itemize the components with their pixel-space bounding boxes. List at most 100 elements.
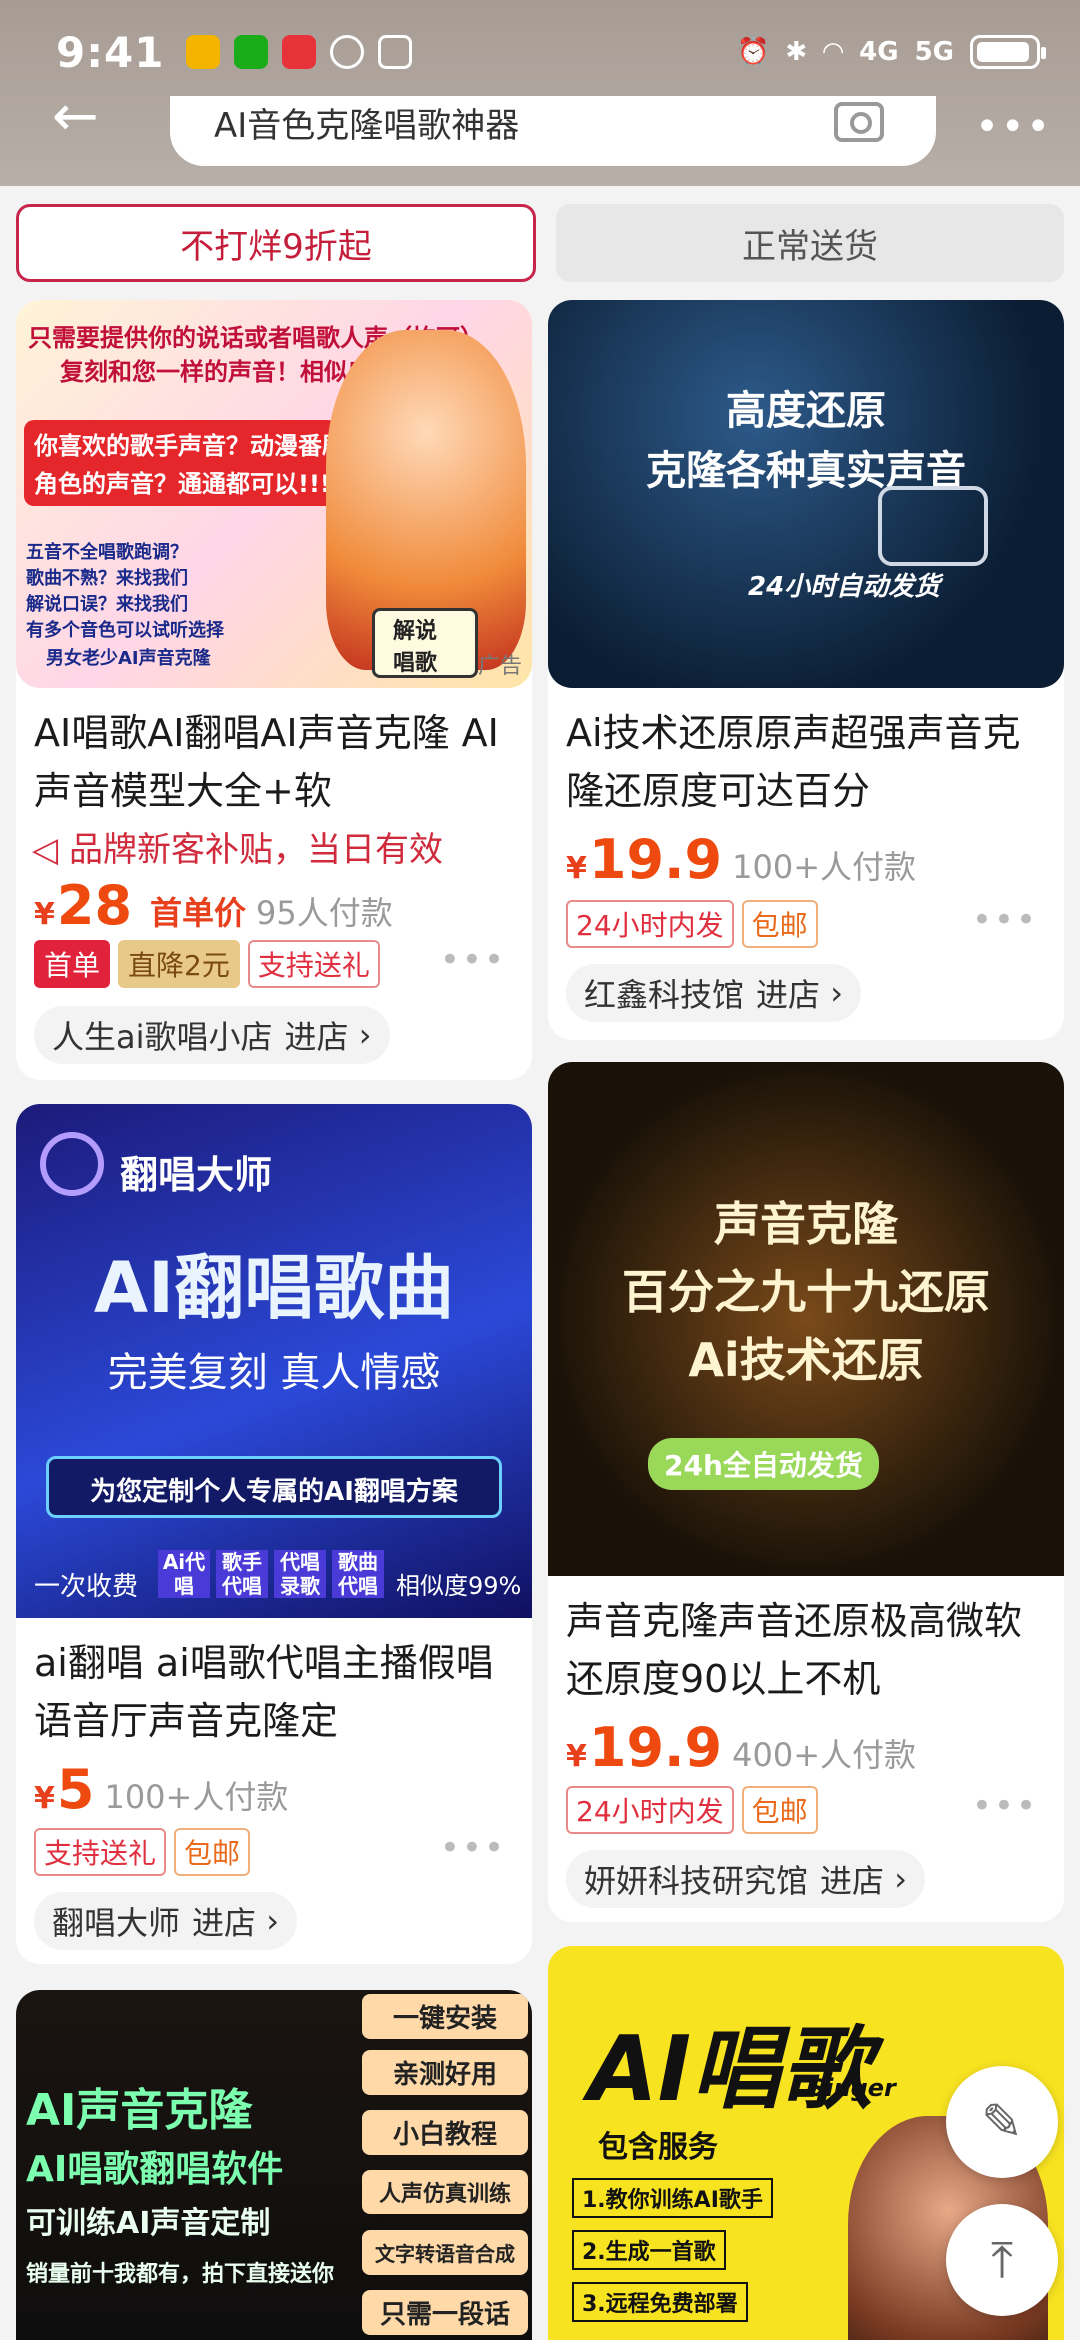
img-text: 男女老少AI声音克隆 bbox=[46, 648, 211, 669]
img-text: 有多个音色可以试听选择 bbox=[26, 620, 224, 641]
img-text: 翻唱大师 bbox=[120, 1153, 273, 1197]
shop-link[interactable]: 翻唱大师 进店 › bbox=[34, 1892, 297, 1950]
img-text: 歌手代唱 bbox=[216, 1550, 268, 1598]
more-button[interactable]: ••• bbox=[975, 104, 1052, 150]
robot-illustration bbox=[878, 486, 988, 566]
camera-icon[interactable] bbox=[834, 102, 884, 142]
filter-chip-normal-delivery[interactable]: 正常送货 bbox=[556, 204, 1064, 282]
signal-5g: 5G bbox=[914, 37, 954, 67]
img-badge: 解说 唱歌 bbox=[372, 608, 478, 678]
tag-ship-24h: 24小时内发 bbox=[566, 1786, 734, 1834]
tag-row: 支持送礼 包邮 bbox=[34, 1828, 251, 1876]
img-text: 歌曲代唱 bbox=[332, 1550, 384, 1598]
product-title: ai翻唱 ai唱歌代唱主播假唱语音厅声音克隆定 bbox=[34, 1641, 494, 1743]
img-text: 亲测好用 bbox=[362, 2050, 528, 2095]
product-card[interactable]: AI声音克隆 AI唱歌翻唱软件 可训练AI声音定制 销量前十我都有，拍下直接送你… bbox=[16, 1990, 532, 2340]
product-image[interactable]: 只需要提供你的说话或者唱歌人声（均可） 复刻和您一样的声音！相似度98%以上！ … bbox=[16, 300, 532, 688]
product-card[interactable]: 声音克隆 百分之九十九还原 Ai技术还原 24h全自动发货 声音克隆声音还原极高… bbox=[548, 1062, 1064, 1922]
img-text: Singer bbox=[808, 2074, 896, 2102]
img-text: 五音不全唱歌跑调？ bbox=[26, 542, 188, 563]
product-image[interactable]: AI声音克隆 AI唱歌翻唱软件 可训练AI声音定制 销量前十我都有，拍下直接送你… bbox=[16, 1990, 532, 2340]
img-text: 包含服务 bbox=[598, 2130, 718, 2165]
alarm-icon: ⏰ bbox=[736, 37, 770, 67]
promo-text: ◁ 品牌新客补贴，当日有效 bbox=[32, 830, 443, 870]
back-to-top-icon[interactable]: ⤒ bbox=[946, 2204, 1058, 2316]
img-text: 解说口误？来找我们 bbox=[26, 594, 188, 615]
currency-symbol: ¥ bbox=[566, 851, 587, 886]
shop-name: 翻唱大师 bbox=[52, 1904, 181, 1942]
product-title: 声音克隆声音还原极高微软还原度90以上不机 bbox=[566, 1599, 1023, 1701]
search-input[interactable]: AI音色克隆唱歌神器 bbox=[170, 96, 936, 166]
status-time: 9:41 bbox=[56, 27, 165, 77]
back-button[interactable]: ← bbox=[52, 89, 112, 148]
top-bar: 9:41 ⏰ ✱ ◠ 4G 5G ← AI音色克隆唱歌神器 ••• bbox=[0, 0, 1080, 186]
nfc-icon bbox=[378, 35, 413, 69]
tag-free-shipping: 包邮 bbox=[741, 1786, 818, 1834]
product-card[interactable]: 只需要提供你的说话或者唱歌人声（均可） 复刻和您一样的声音！相似度98%以上！ … bbox=[16, 300, 532, 1080]
img-text: 一键安装 bbox=[362, 1994, 528, 2039]
shop-link[interactable]: 妍妍科技研究馆 进店 › bbox=[566, 1850, 925, 1908]
shop-enter: 进店 bbox=[284, 1018, 349, 1056]
product-card[interactable]: 高度还原 克隆各种真实声音 24小时自动发货 Ai技术还原原声超强声音克隆还原度… bbox=[548, 300, 1064, 1040]
img-text: 声音克隆 bbox=[714, 1197, 898, 1251]
tag-free-shipping: 包邮 bbox=[174, 1828, 251, 1876]
img-text: 克隆各种真实声音 bbox=[646, 448, 966, 494]
chevron-right-icon: › bbox=[884, 1860, 907, 1898]
search-query: AI音色克隆唱歌神器 bbox=[214, 106, 520, 146]
img-text: 一次收费 bbox=[34, 1572, 139, 1602]
wifi-icon: ◠ bbox=[823, 37, 844, 67]
img-banner: 为您定制个人专属的AI翻唱方案 bbox=[46, 1456, 502, 1518]
img-text: 24h全自动发货 bbox=[648, 1438, 879, 1490]
filter-chip-discount[interactable]: 不打烊9折起 bbox=[16, 204, 536, 282]
tag-first-order: 首单 bbox=[34, 940, 111, 988]
wechat-icon bbox=[234, 35, 269, 69]
img-text: AI翻唱歌曲 bbox=[93, 1247, 455, 1329]
currency-symbol: ¥ bbox=[34, 1781, 55, 1816]
product-image[interactable]: 高度还原 克隆各种真实声音 24小时自动发货 bbox=[548, 300, 1064, 688]
img-text: 2.生成一首歌 bbox=[572, 2230, 726, 2270]
product-title: Ai技术还原原声超强声音克隆还原度可达百分 bbox=[566, 711, 1021, 813]
tag-ship-24h: 24小时内发 bbox=[566, 900, 734, 948]
tag-row: 24小时内发 包邮 bbox=[566, 900, 818, 948]
product-image[interactable]: 声音克隆 百分之九十九还原 Ai技术还原 24h全自动发货 bbox=[548, 1062, 1064, 1576]
product-card[interactable]: 翻唱大师 AI翻唱歌曲 完美复刻 真人情感 为您定制个人专属的AI翻唱方案 一次… bbox=[16, 1104, 532, 1964]
battery-icon bbox=[970, 35, 1046, 69]
product-image[interactable]: 翻唱大师 AI翻唱歌曲 完美复刻 真人情感 为您定制个人专属的AI翻唱方案 一次… bbox=[16, 1104, 532, 1618]
shop-link[interactable]: 红鑫科技馆 进店 › bbox=[566, 964, 861, 1022]
product-title: AI唱歌AI翻唱AI声音克隆 AI声音模型大全+软 bbox=[34, 711, 499, 813]
img-text: 高度还原 bbox=[726, 388, 886, 434]
chevron-right-icon: › bbox=[820, 974, 843, 1012]
shop-link[interactable]: 人生ai歌唱小店 进店 › bbox=[34, 1006, 390, 1064]
img-text: Ai技术还原 bbox=[688, 1333, 924, 1387]
tag-gift: 支持送礼 bbox=[34, 1828, 167, 1876]
status-right: ⏰ ✱ ◠ 4G 5G bbox=[736, 35, 1046, 69]
price-row: ¥ 28 首单价 95人付款 bbox=[34, 874, 393, 937]
more-options-icon[interactable]: ••• bbox=[972, 900, 1038, 940]
img-text: 人声仿真训练 bbox=[362, 2170, 528, 2214]
shop-enter: 进店 bbox=[192, 1904, 257, 1942]
img-text: 你喜欢的歌手声音？动漫番剧 bbox=[34, 432, 346, 460]
ad-label: 广告 bbox=[477, 654, 522, 679]
sold-count: 400+人付款 bbox=[732, 1736, 917, 1774]
img-banner: 你喜欢的歌手声音？动漫番剧 角色的声音？通通都可以!!! bbox=[24, 420, 346, 506]
img-text: 相似度99% bbox=[396, 1572, 522, 1600]
img-text: AI唱歌翻唱软件 bbox=[26, 2149, 284, 2190]
tag-gift: 支持送礼 bbox=[247, 940, 380, 988]
img-text: 角色的声音？通通都可以!!! bbox=[34, 470, 331, 498]
app-icon bbox=[330, 35, 365, 69]
edit-icon[interactable]: ✎ bbox=[946, 2066, 1058, 2178]
tag-row: 24小时内发 包邮 bbox=[566, 1786, 818, 1834]
price: 5 bbox=[56, 1758, 95, 1821]
more-options-icon[interactable]: ••• bbox=[440, 1828, 506, 1868]
img-text: 只需一段话 bbox=[362, 2290, 528, 2335]
first-order-label: 首单价 bbox=[150, 894, 247, 932]
img-text: 小白教程 bbox=[362, 2110, 528, 2155]
more-options-icon[interactable]: ••• bbox=[972, 1786, 1038, 1826]
sold-count: 95人付款 bbox=[256, 894, 393, 932]
currency-symbol: ¥ bbox=[566, 1739, 587, 1774]
signal-4g: 4G bbox=[859, 37, 899, 67]
price: 28 bbox=[56, 874, 133, 937]
price: 19.9 bbox=[588, 828, 723, 891]
more-options-icon[interactable]: ••• bbox=[440, 940, 506, 980]
img-text: 代唱录歌 bbox=[274, 1550, 326, 1598]
